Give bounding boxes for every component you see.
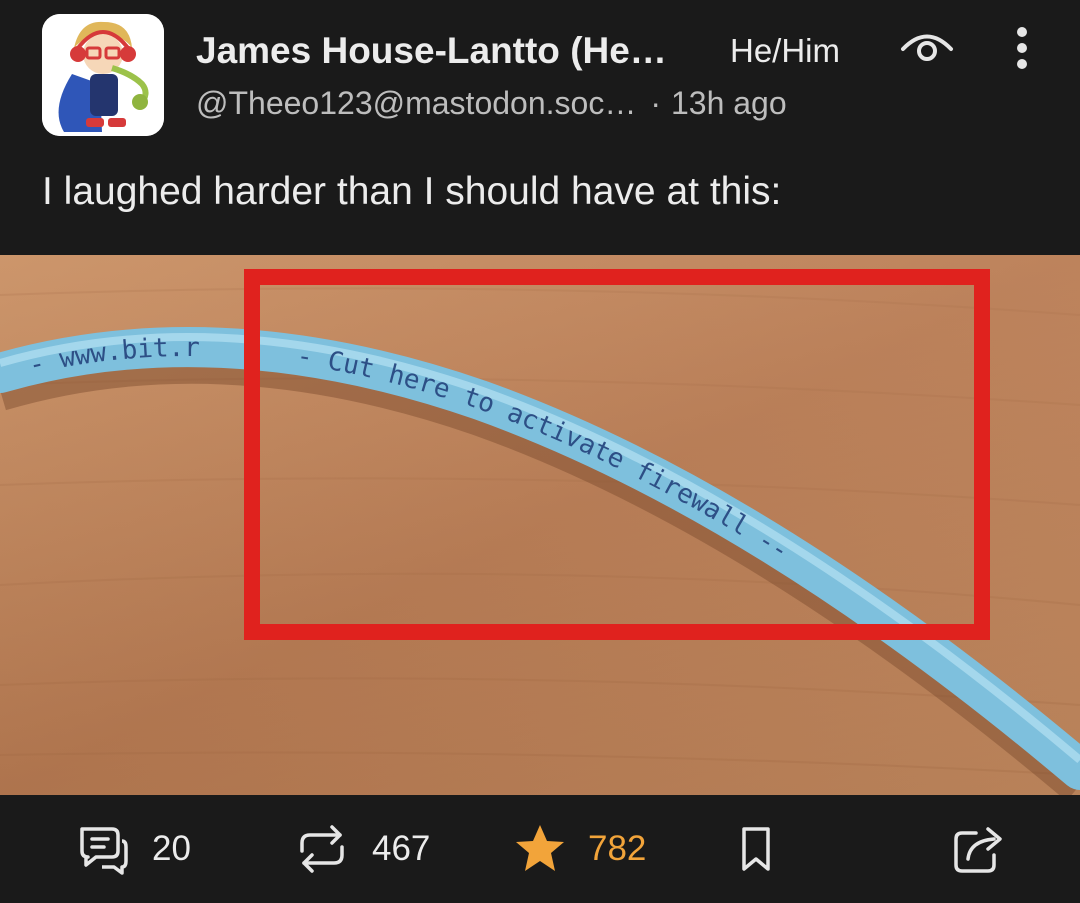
author-meta: @Theeo123@mastodon.soc… · 13h ago [196,80,787,126]
favourite-count: 782 [588,829,647,868]
boost-icon [300,825,344,873]
eye-icon [901,34,953,61]
share-button[interactable] [950,795,1006,903]
author-display-name[interactable]: James House-Lantto (He… [196,30,667,72]
bookmark-icon [742,827,770,871]
attached-photo: - www.bit.r - Cut here to activate firew… [0,255,1080,795]
author-pronouns: He/Him [730,32,841,69]
post-content: I laughed harder than I should have at t… [42,170,782,213]
bookmark-button[interactable] [734,795,778,903]
star-icon [516,825,564,871]
visibility-button[interactable] [897,26,957,72]
post-timestamp[interactable]: 13h ago [671,85,787,121]
more-options-button[interactable] [1000,26,1044,72]
more-vertical-icon [1017,27,1027,69]
boost-count: 467 [372,829,431,868]
meta-separator: · [650,85,661,121]
post-actions: 20 467 782 [0,795,1080,903]
boost-button[interactable]: 467 [292,795,430,903]
post-header: James House-Lantto (He… He/Him @Theeo123… [0,0,1080,160]
favourite-button[interactable]: 782 [512,795,646,903]
share-icon [954,827,1002,873]
post-image[interactable]: - www.bit.r - Cut here to activate firew… [0,255,1080,795]
reply-icon [80,827,128,875]
reply-button[interactable]: 20 [76,795,191,903]
reply-count: 20 [152,829,191,868]
avatar[interactable] [42,14,164,136]
author-name-row: James House-Lantto (He… [196,28,667,74]
author-handle[interactable]: @Theeo123@mastodon.soc… [196,85,636,121]
